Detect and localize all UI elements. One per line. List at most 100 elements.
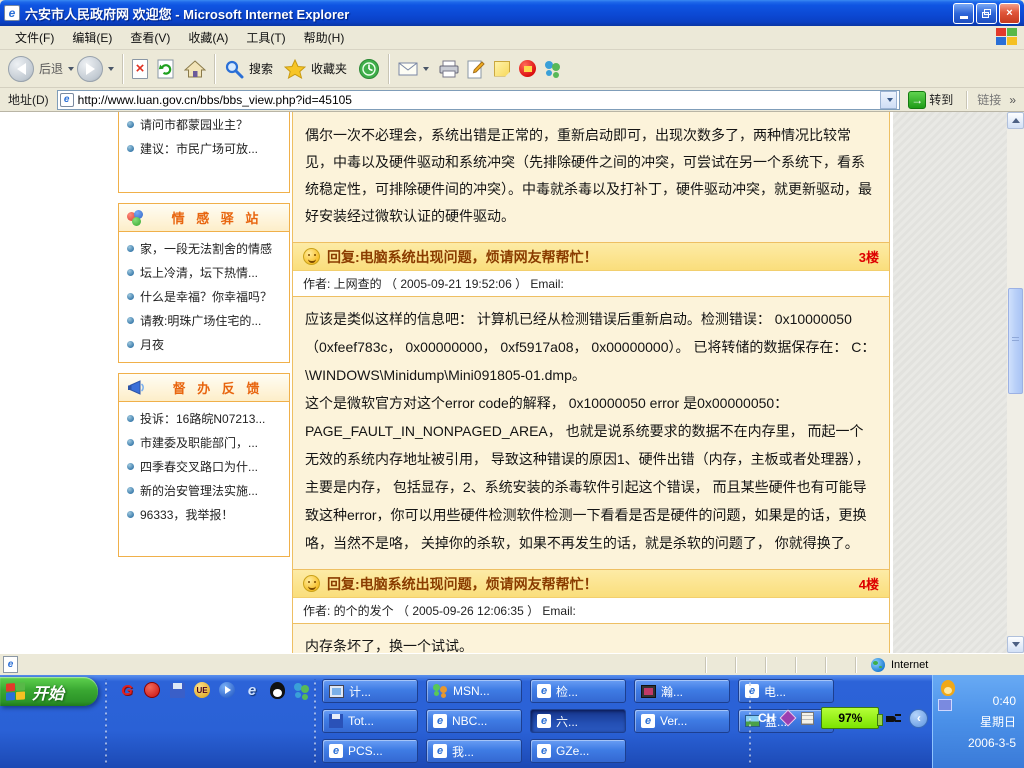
floppy-save-icon[interactable] (168, 681, 186, 699)
go-button[interactable]: → 转到 (904, 91, 957, 109)
task-button-total[interactable]: Tot... (322, 709, 418, 733)
sidebar-link[interactable]: 建议：市民广场可放... (119, 136, 289, 160)
task-button-ie[interactable]: e电... (738, 679, 834, 703)
qq-tray-icon[interactable] (941, 680, 955, 696)
quick-launch-bar: G UE e (118, 681, 311, 699)
ie-quicklaunch-icon[interactable]: e (243, 681, 261, 699)
tray-collapse-chevron[interactable]: ‹ (909, 709, 928, 728)
minimize-button[interactable] (953, 3, 974, 24)
search-button[interactable]: 搜索 (224, 59, 273, 79)
task-button-ie[interactable]: e检... (530, 679, 626, 703)
mail-button[interactable] (398, 62, 429, 76)
sidebar-link[interactable]: 请教:明珠广场住宅的... (119, 308, 289, 332)
search-icon (224, 59, 244, 79)
task-button-msn[interactable]: MSN... (426, 679, 522, 703)
task-button-ie[interactable]: eNBC... (426, 709, 522, 733)
smiley-icon (303, 575, 320, 592)
taskbar-separator[interactable] (313, 679, 317, 764)
messenger-quicklaunch-icon[interactable] (293, 681, 311, 699)
language-indicator[interactable]: CH (758, 711, 775, 725)
messenger-tray-icon[interactable] (938, 699, 952, 711)
task-button-ie[interactable]: eGZe... (530, 739, 626, 763)
task-button-ie[interactable]: e我... (426, 739, 522, 763)
taskbar-separator[interactable] (748, 679, 752, 764)
menu-tools[interactable]: 工具(T) (237, 26, 294, 49)
task-button-computer[interactable]: 计... (322, 679, 418, 703)
media-player-icon[interactable] (218, 681, 236, 699)
reply-paragraph: 这个是微软官方对这个error code的解释， 0x10000050 erro… (305, 389, 877, 557)
back-button[interactable]: 后退 (8, 56, 74, 82)
mail-dropdown-icon[interactable] (423, 67, 429, 71)
task-button-monitor[interactable]: 瀚... (634, 679, 730, 703)
notes-button[interactable] (494, 61, 510, 77)
power-plug-icon[interactable] (886, 711, 902, 725)
menu-edit[interactable]: 编辑(E) (63, 26, 121, 49)
post-body-partial: 偶尔一次不必理会，系统出错是正常的，重新启动即可，出现次数多了，两种情况比较常见… (293, 112, 889, 243)
address-input[interactable]: e http://www.luan.gov.cn/bbs/bbs_view.ph… (57, 90, 901, 110)
menu-help[interactable]: 帮助(H) (295, 26, 354, 49)
floor-badge: 4楼 (859, 574, 879, 593)
sidebar-link[interactable]: 什么是幸福？你幸福吗？ (119, 284, 289, 308)
sidebar-link[interactable]: 月夜 (119, 332, 289, 356)
mail-icon (398, 62, 418, 76)
menu-file[interactable]: 文件(F) (6, 26, 63, 49)
taskbar-separator[interactable] (104, 679, 108, 764)
qq-penguin-icon[interactable] (268, 681, 286, 699)
close-button[interactable]: × (999, 3, 1020, 24)
menu-view[interactable]: 查看(V) (121, 26, 179, 49)
task-button-ie[interactable]: ePCS... (322, 739, 418, 763)
history-button[interactable] (358, 58, 380, 80)
back-dropdown-icon[interactable] (68, 67, 74, 71)
bullet-icon (127, 463, 134, 470)
sidebar-link[interactable]: 家，一段无法割舍的情感 (119, 236, 289, 260)
sidebar-link[interactable]: 新的治安管理法实施... (119, 478, 289, 502)
vertical-scrollbar[interactable] (1007, 112, 1024, 653)
forward-button[interactable] (77, 56, 114, 82)
ultraedit-icon[interactable]: UE (193, 681, 211, 699)
links-label[interactable]: 链接 (977, 91, 1001, 108)
sidebar-link[interactable]: 请问市都蒙园业主？ (119, 112, 289, 136)
flashget-icon[interactable]: G (118, 681, 136, 699)
messenger-button[interactable] (545, 60, 562, 77)
scroll-up-button[interactable] (1007, 112, 1024, 129)
forward-dropdown-icon[interactable] (108, 67, 114, 71)
download-tool-button[interactable] (519, 60, 536, 77)
ime-icon[interactable] (780, 710, 797, 727)
battery-indicator[interactable]: 97% (821, 707, 879, 729)
sidebar-section-title: 督 办 反 馈 (173, 378, 264, 397)
sidebar-link[interactable]: 投诉：16路皖N07213... (119, 406, 289, 430)
note-icon (494, 61, 510, 77)
print-button[interactable] (438, 60, 460, 78)
stop-button[interactable]: × (132, 59, 148, 79)
task-button-ie[interactable]: eVer... (634, 709, 730, 733)
sidebar-link[interactable]: 坛上冷清，坛下热情... (119, 260, 289, 284)
sidebar-link[interactable]: 市建委及职能部门，... (119, 430, 289, 454)
menu-favorites[interactable]: 收藏(A) (179, 26, 237, 49)
links-overflow-chevron[interactable]: » (1005, 93, 1020, 107)
scroll-down-button[interactable] (1007, 636, 1024, 653)
keyboard-icon[interactable] (801, 712, 814, 725)
task-button-active-luan[interactable]: e六... (530, 709, 626, 733)
bullet-icon (127, 145, 134, 152)
home-button[interactable] (184, 59, 206, 79)
ie-icon: e (329, 744, 343, 758)
scrollbar-thumb[interactable] (1008, 288, 1023, 394)
title-bar[interactable]: e 六安市人民政府网 欢迎您 - Microsoft Internet Expl… (0, 0, 1024, 26)
address-bar: 地址(D) e http://www.luan.gov.cn/bbs/bbs_v… (0, 88, 1024, 112)
page-favicon: e (60, 93, 74, 107)
refresh-button[interactable] (157, 59, 175, 79)
bullet-icon (127, 341, 134, 348)
sidebar-link[interactable]: 四季春交叉路口为什... (119, 454, 289, 478)
red-app-icon[interactable] (143, 681, 161, 699)
restore-button[interactable] (976, 3, 997, 24)
window-title: 六安市人民政府网 欢迎您 - Microsoft Internet Explor… (25, 4, 349, 23)
color-balls-icon (127, 210, 145, 226)
start-button[interactable]: 开始 (0, 677, 98, 706)
sidebar-box-feedback: 督 办 反 馈 投诉：16路皖N07213... 市建委及职能部门，... 四季… (118, 373, 290, 557)
security-zone: Internet (871, 658, 1021, 672)
clock-time[interactable]: 0:40 (968, 691, 1016, 712)
edit-button[interactable] (467, 59, 485, 79)
favorites-button[interactable]: 收藏夹 (284, 59, 347, 79)
sidebar-link[interactable]: 96333，我举报！ (119, 502, 289, 526)
address-dropdown-button[interactable] (880, 91, 897, 109)
